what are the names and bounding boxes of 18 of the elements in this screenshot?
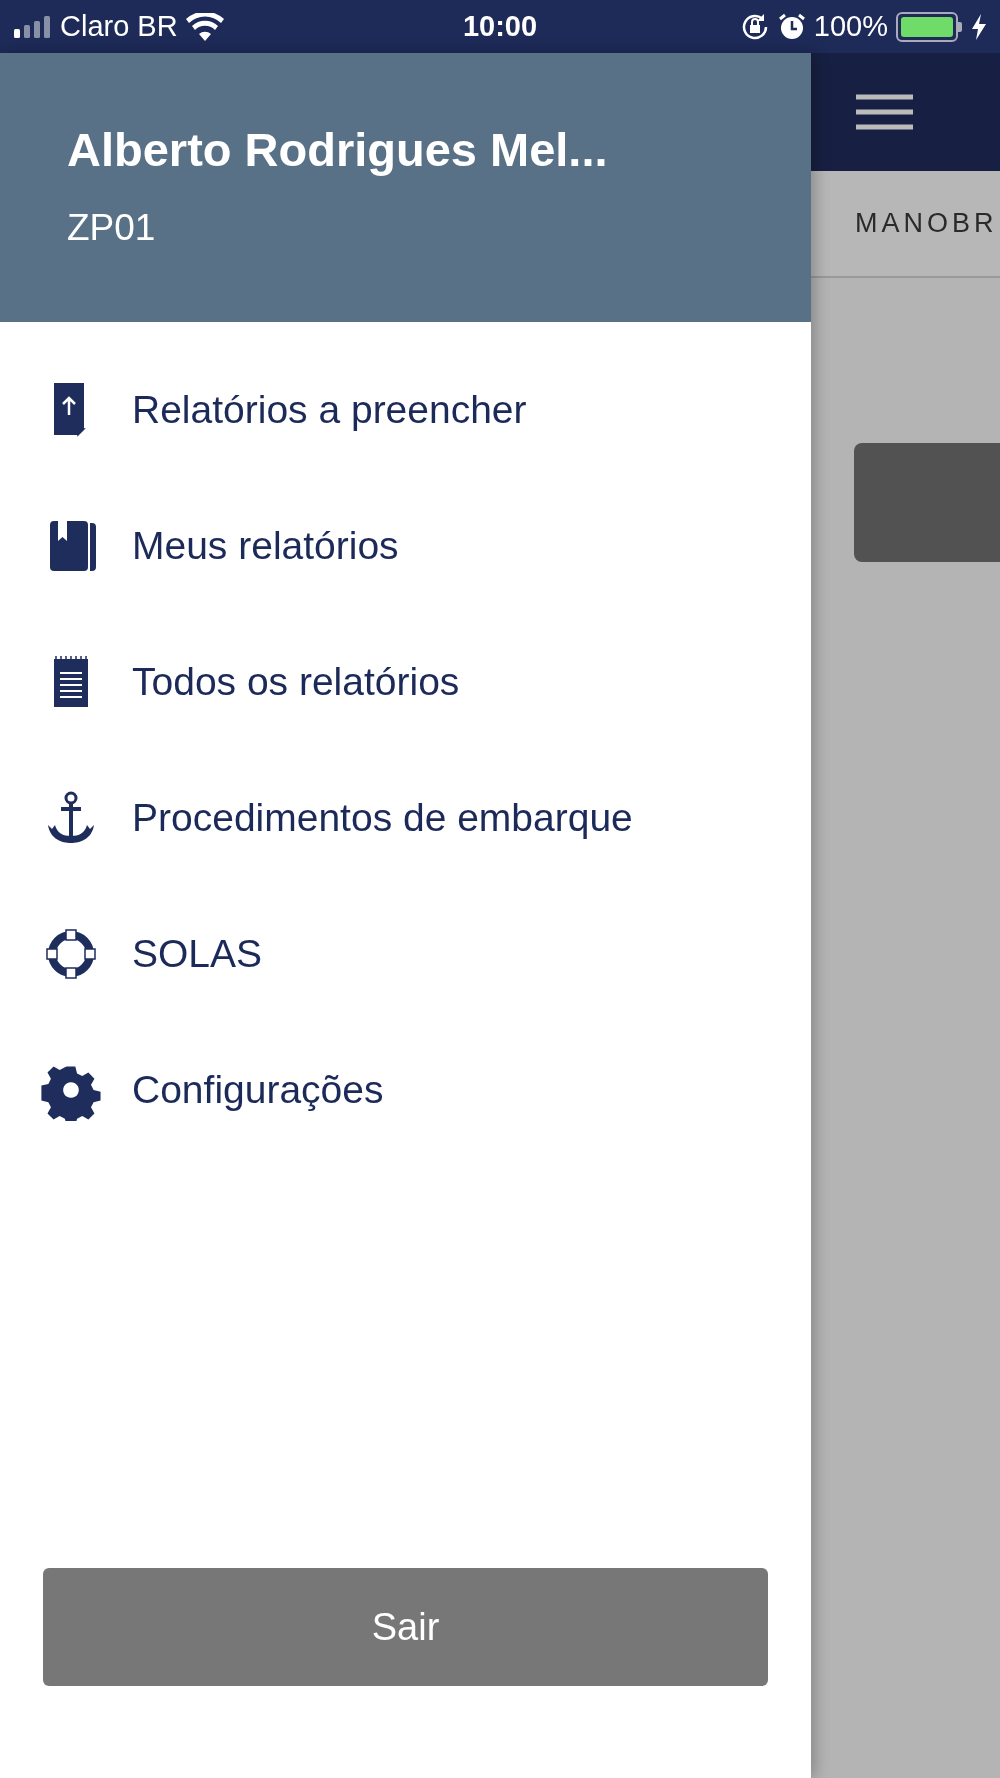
menu-icon[interactable] (856, 94, 913, 130)
signal-icon (14, 15, 52, 38)
menu-item[interactable]: Configurações (132, 1060, 384, 1120)
clock-time: 10:00 (462, 9, 538, 42)
logout-button[interactable]: Sair (43, 1568, 768, 1686)
user-code: ZP01 (67, 205, 157, 250)
menu-item[interactable]: Todos os relatórios (132, 652, 460, 712)
user-name: Alberto Rodrigues Mel... (67, 122, 609, 178)
alarm-icon (777, 12, 806, 41)
battery-percent: 100% (813, 8, 888, 44)
menu-item[interactable]: Relatórios a preencher (132, 380, 527, 440)
wifi-icon (185, 12, 224, 41)
battery-icon (896, 11, 964, 42)
menu-item[interactable]: Meus relatórios (132, 516, 399, 576)
carrier-name: Claro BR (60, 8, 178, 44)
menu-item[interactable]: Procedimentos de embarque (132, 788, 633, 848)
menu-item[interactable]: SOLAS (132, 924, 263, 984)
tab-label[interactable]: MANOBR (855, 203, 998, 244)
